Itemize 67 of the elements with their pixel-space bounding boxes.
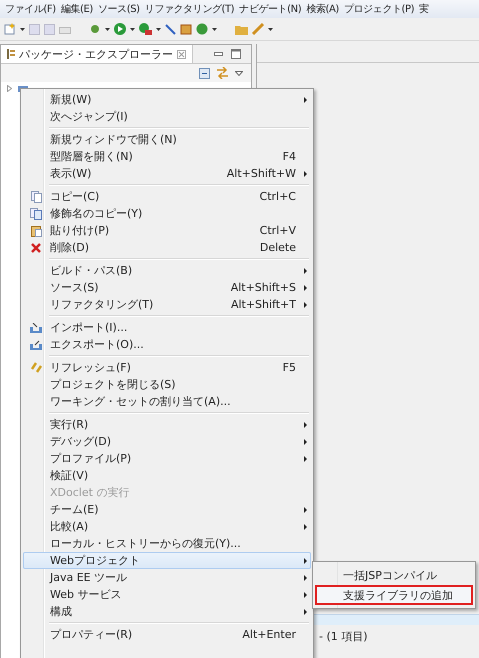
- run-icon[interactable]: [114, 23, 126, 35]
- save-icon: [29, 24, 40, 34]
- view-tab[interactable]: パッケージ・エクスプローラー: [1, 45, 193, 63]
- delete-icon: [31, 242, 41, 252]
- menu-bar-item[interactable]: ナビゲート(N): [234, 2, 302, 16]
- menu-item[interactable]: ローカル・ヒストリーからの復元(Y)...: [23, 535, 311, 552]
- menu-item[interactable]: ワーキング・セットの割り当て(A)...: [23, 393, 311, 410]
- paste-icon: [30, 224, 42, 236]
- menu-item[interactable]: リファクタリング(T) Alt+Shift+T: [23, 296, 311, 313]
- menu-item[interactable]: リフレッシュ(F) F5: [23, 359, 311, 376]
- close-icon[interactable]: [177, 50, 186, 58]
- menu-item[interactable]: 修飾名のコピー(Y): [23, 205, 311, 222]
- menu-item[interactable]: Java EE ツール: [23, 569, 311, 586]
- view-title: パッケージ・エクスプローラー: [19, 46, 173, 62]
- dropdown-caret-icon[interactable]: [130, 28, 135, 30]
- minimize-icon[interactable]: [214, 52, 223, 56]
- copy-qualified-icon: [30, 208, 42, 220]
- maximize-icon[interactable]: [231, 49, 241, 59]
- print-icon: [59, 24, 71, 34]
- menu-item[interactable]: 検証(V): [23, 467, 311, 484]
- menu-bar-item[interactable]: ソース(S): [92, 2, 140, 16]
- menu-item[interactable]: 次へジャンプ(I): [23, 108, 311, 125]
- menu-item[interactable]: インポート(I)...: [23, 319, 311, 336]
- menu-item[interactable]: 比較(A): [23, 518, 311, 535]
- menu-item[interactable]: コピー(C) Ctrl+C: [23, 188, 311, 205]
- link-arrows-icon[interactable]: [216, 67, 229, 79]
- expand-icon[interactable]: [7, 85, 12, 92]
- menu-item[interactable]: 表示(W) Alt+Shift+W: [23, 165, 311, 182]
- menu-item[interactable]: チーム(E): [23, 501, 311, 518]
- view-menu-icon[interactable]: [235, 70, 243, 76]
- menu-item[interactable]: ソース(S) Alt+Shift+S: [23, 279, 311, 296]
- menu-item[interactable]: デバッグ(D): [23, 433, 311, 450]
- collapse-all-icon[interactable]: [199, 68, 210, 78]
- menu-item[interactable]: 支援ライブラリの追加: [315, 585, 473, 605]
- menu-item[interactable]: プロジェクトを閉じる(S): [23, 376, 311, 393]
- menu-bar-item[interactable]: リファクタリング(T): [140, 2, 234, 16]
- menu-item[interactable]: Web サービス: [23, 586, 311, 603]
- menu-item[interactable]: 実行(R): [23, 416, 311, 433]
- menu-item[interactable]: 型階層を開く(N) F4: [23, 148, 311, 165]
- dropdown-caret-icon[interactable]: [212, 28, 217, 30]
- menu-bar-item[interactable]: ファイル(F): [0, 2, 56, 16]
- save-all-icon: [44, 24, 55, 34]
- item-count-text: - (1 項目): [319, 629, 368, 644]
- menu-item[interactable]: 新規ウィンドウで開く(N): [23, 131, 311, 148]
- menu-bar-item[interactable]: 実: [414, 2, 429, 16]
- dropdown-caret-icon[interactable]: [105, 28, 110, 30]
- menu-item[interactable]: 構成: [23, 603, 311, 620]
- dropdown-caret-icon[interactable]: [156, 28, 161, 30]
- menu-item[interactable]: ビルド・パス(B): [23, 262, 311, 279]
- menu-item[interactable]: プロファイル(P): [23, 450, 311, 467]
- menu-bar-item[interactable]: 編集(E): [56, 2, 93, 16]
- menu-item[interactable]: エクスポート(O)...: [23, 336, 311, 353]
- new-file-icon[interactable]: [4, 23, 16, 35]
- menu-item[interactable]: 一括JSPコンパイル: [315, 565, 473, 585]
- menu-item[interactable]: 貼り付け(P) Ctrl+V: [23, 222, 311, 239]
- copy-icon: [30, 190, 42, 202]
- menu-item[interactable]: 新規(W): [23, 91, 311, 108]
- dropdown-caret-icon[interactable]: [20, 28, 25, 30]
- menu-bar-item[interactable]: プロジェクト(P): [338, 2, 414, 16]
- menu-item[interactable]: 削除(D) Delete: [23, 239, 311, 256]
- import-icon: [30, 322, 42, 332]
- menu-item[interactable]: Webプロジェクト: [23, 552, 311, 569]
- package-explorer-icon: [7, 49, 15, 59]
- dropdown-caret-icon[interactable]: [268, 28, 273, 30]
- menu-item[interactable]: プロパティー(R) Alt+Enter: [23, 626, 311, 643]
- export-icon: [30, 340, 42, 350]
- menu-bar-item[interactable]: 検索(A): [301, 2, 339, 16]
